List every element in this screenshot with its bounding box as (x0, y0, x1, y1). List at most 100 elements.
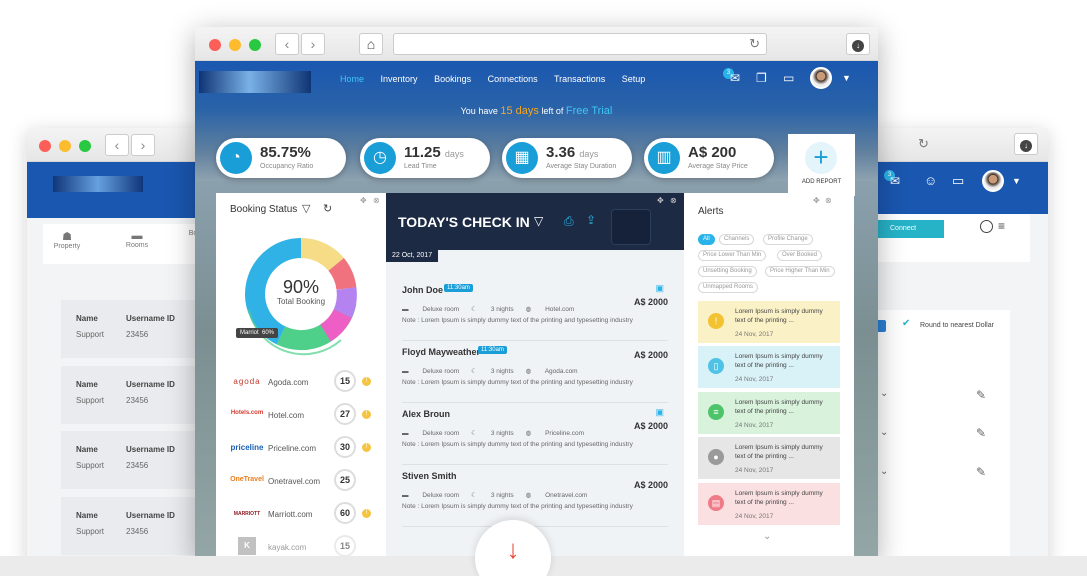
connect-button[interactable]: Connect (870, 220, 944, 238)
close-dot[interactable] (39, 140, 51, 152)
ota-row-onetravel[interactable]: OneTravel Onetravel.com 25 (230, 469, 380, 493)
card-icon: ▣ (655, 407, 664, 417)
move-icon[interactable]: ✥ (813, 196, 820, 205)
download-button[interactable]: ↓ (846, 33, 870, 55)
home-button[interactable]: ⌂ (359, 33, 383, 55)
close-dot[interactable] (209, 39, 221, 51)
info-icon[interactable]: ! (362, 377, 371, 386)
checkin-header: TODAY'S CHECK IN ▽ ⎙ ⇪ ✥ ⊗ 22 Oct, 2017 (386, 193, 684, 262)
alert-item[interactable]: ! Lorem Ipsum is simply dummy text of th… (698, 301, 840, 343)
refresh-icon[interactable]: ↻ (323, 202, 332, 215)
chip-unmapped-rooms[interactable]: Unmapped Rooms (698, 282, 759, 293)
chevron-down-icon[interactable]: ⌄ (880, 388, 888, 399)
copy-icon[interactable]: ❐ (756, 71, 767, 85)
kayak-logo: K (238, 537, 256, 555)
list-item[interactable]: Name Username ID Support 23456 (61, 497, 201, 555)
close-icon[interactable]: ⊗ (373, 196, 380, 205)
chevron-down-icon[interactable]: ▼ (1012, 176, 1021, 186)
user-icon[interactable]: ☺ (924, 173, 937, 188)
reload-icon[interactable]: ↻ (918, 136, 929, 152)
download-button[interactable]: ↓ (1014, 133, 1038, 155)
alert-item[interactable]: ≡ Lorem Ipsum is simply dummy text of th… (698, 392, 840, 434)
nav-inventory[interactable]: Inventory (381, 74, 418, 84)
edit-icon[interactable]: ✎ (976, 388, 986, 402)
info-icon[interactable]: ! (362, 443, 371, 452)
chevron-down-icon[interactable]: ⌄ (763, 531, 771, 542)
move-icon[interactable]: ✥ (360, 196, 367, 205)
donut-segment-onetravel (319, 308, 352, 342)
maximize-dot[interactable] (79, 140, 91, 152)
filter-icon[interactable]: ▽ (302, 202, 310, 215)
tab-property[interactable]: ☗ Property (51, 230, 83, 250)
forward-button[interactable]: › (131, 134, 155, 156)
mail-icon[interactable]: ✉ (890, 174, 900, 188)
maximize-dot[interactable] (249, 39, 261, 51)
ota-row-priceline[interactable]: priceline Priceline.com 30 ! (230, 436, 380, 460)
export-icon[interactable]: ⇪ (586, 213, 596, 227)
kpi-card-stay-price[interactable]: ▥ A$ 200 Average Stay Price (644, 138, 774, 178)
list-item[interactable]: Name Username ID Support 23456 (61, 300, 201, 358)
back-button[interactable]: ‹ (105, 134, 129, 156)
download-icon: ↓ (1020, 140, 1032, 152)
info-icon[interactable]: ! (362, 410, 371, 419)
ota-row-hotels[interactable]: Hotels.com Hotel.com 27 ! (230, 403, 380, 427)
checkin-item[interactable]: Floyd Mayweather 11:30am A$ 2000 ▬ Delux… (402, 345, 668, 403)
kpi-card-stay-duration[interactable]: ▦ 3.36 days Average Stay Duration (502, 138, 632, 178)
chip-price-higher[interactable]: Price Higher Than Min (765, 266, 835, 277)
print-icon[interactable]: ⎙ (564, 214, 574, 229)
chevron-down-icon[interactable]: ⌄ (880, 466, 888, 477)
booking-status-panel: Booking Status ▽ ↻ ✥ ⊗ 90% Total Booking… (216, 193, 386, 560)
chevron-down-icon[interactable]: ⌄ (880, 427, 888, 438)
nav-home[interactable]: Home (340, 74, 364, 84)
avatar[interactable] (982, 170, 1004, 192)
alert-item[interactable]: ▤ Lorem Ipsum is simply dummy text of th… (698, 483, 840, 525)
user-circle-icon[interactable] (980, 220, 993, 233)
forward-button[interactable]: › (301, 33, 325, 55)
alert-item[interactable]: ● Lorem Ipsum is simply dummy text of th… (698, 437, 840, 479)
edit-icon[interactable]: ✎ (976, 426, 986, 440)
minimize-dot[interactable] (59, 140, 71, 152)
chip-profile-change[interactable]: Profile Change (763, 234, 813, 245)
avatar[interactable] (810, 67, 832, 89)
address-bar[interactable]: ↻ (393, 33, 767, 55)
reload-icon[interactable]: ↻ (749, 36, 760, 52)
nav-transactions[interactable]: Transactions (554, 74, 605, 84)
monitor-icon[interactable]: ▭ (952, 173, 964, 189)
kpi-card-lead-time[interactable]: ◷ 11.25 days Lead Time (360, 138, 490, 178)
nav-setup[interactable]: Setup (622, 74, 646, 84)
chip-channels[interactable]: Channels (719, 234, 755, 245)
close-icon[interactable]: ⊗ (670, 196, 677, 205)
nav-bookings[interactable]: Bookings (434, 74, 471, 84)
back-button[interactable]: ‹ (275, 33, 299, 55)
close-icon[interactable]: ⊗ (825, 196, 832, 205)
info-icon[interactable]: ! (362, 509, 371, 518)
kpi-card-occupancy[interactable]: ◔ 85.75% Occupancy Ratio (216, 138, 346, 178)
chevron-down-icon[interactable]: ▼ (842, 73, 851, 83)
ota-row-marriott[interactable]: MARRIOTT Marriott.com 60 ! (230, 502, 380, 526)
ota-row-agoda[interactable]: agoda Agoda.com 15 ! (230, 370, 380, 394)
move-icon[interactable]: ✥ (657, 196, 664, 205)
checkin-item[interactable]: John Doe 11:30am ▣ A$ 2000 ▬ Deluxe room… (402, 283, 668, 341)
menu-icon[interactable]: ≡ (998, 219, 1005, 233)
alert-item[interactable]: ▯ Lorem Ipsum is simply dummy text of th… (698, 346, 840, 388)
chip-unsetting-booking[interactable]: Unsetting Booking (698, 266, 757, 277)
checkin-item[interactable]: Alex Broun ▣ A$ 2000 ▬ Deluxe room ☾ 3 ni… (402, 407, 668, 465)
mail-icon[interactable]: ✉ (730, 71, 740, 85)
chip-all[interactable]: All (698, 234, 715, 245)
checkin-panel: TODAY'S CHECK IN ▽ ⎙ ⇪ ✥ ⊗ 22 Oct, 2017 … (386, 193, 684, 560)
globe-icon: ◍ (525, 306, 532, 313)
chip-price-lower[interactable]: Price Lower Than Min (698, 250, 767, 261)
filter-icon[interactable]: ▽ (534, 214, 543, 228)
tab-rooms[interactable]: ▬ Rooms (121, 230, 153, 249)
edit-icon[interactable]: ✎ (976, 465, 986, 479)
printer-icon: ▤ (708, 495, 724, 511)
donut-tooltip: Marriot 60% (236, 328, 279, 338)
nav-connections[interactable]: Connections (488, 74, 538, 84)
minimize-dot[interactable] (229, 39, 241, 51)
chip-over-booked[interactable]: Over Booked (777, 250, 823, 261)
list-item[interactable]: Name Username ID Support 23456 (61, 366, 201, 424)
monitor-icon[interactable]: ▭ (783, 71, 794, 85)
list-item[interactable]: Name Username ID Support 23456 (61, 431, 201, 489)
add-report-button[interactable]: + ADD REPORT (788, 134, 855, 196)
checkin-item[interactable]: Stiven Smith A$ 2000 ▬ Deluxe room ☾ 3 ni… (402, 469, 668, 527)
